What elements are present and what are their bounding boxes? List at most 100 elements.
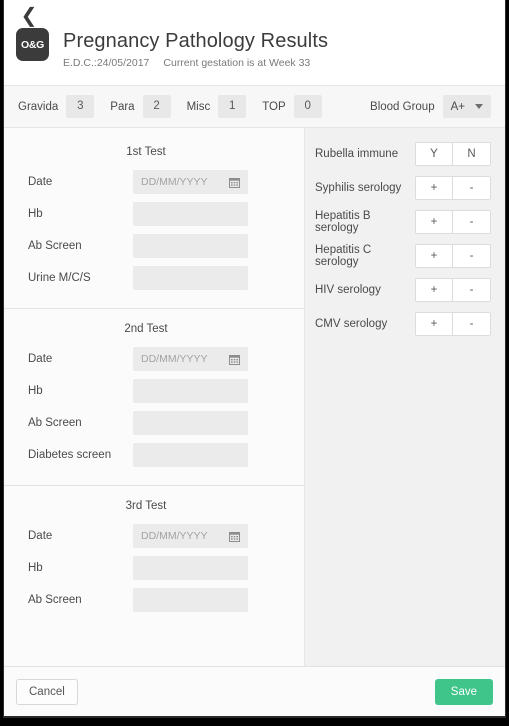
serology-toggle-group: + - <box>415 278 491 302</box>
calendar-icon[interactable] <box>229 354 240 365</box>
blood-group-select[interactable]: A+ <box>442 95 491 118</box>
stats-items: Gravida 3 Para 2 Misc 1 TOP 0 <box>18 95 338 118</box>
field-label: Date <box>28 530 53 542</box>
stat-group-misc: Misc 1 <box>187 95 247 118</box>
serology-positive-button[interactable]: Y <box>415 142 453 166</box>
stat-label: Para <box>110 100 135 113</box>
field-row: Date DD/MM/YYYY <box>4 170 304 194</box>
date-input[interactable]: DD/MM/YYYY <box>133 170 248 194</box>
field-value-text: DD/MM/YYYY <box>141 176 208 188</box>
blood-group-label: Blood Group <box>370 100 435 113</box>
header-main: O&G Pregnancy Pathology Results E.D.C.:2… <box>4 8 505 69</box>
serology-label: Hepatitis B serology <box>315 210 371 234</box>
field-label: Date <box>28 176 53 188</box>
serology-row: Hepatitis B serology + - <box>305 210 505 234</box>
field-label: Ab Screen <box>28 594 82 606</box>
page-header: ❮ O&G Pregnancy Pathology Results E.D.C.… <box>4 0 505 85</box>
test-section: 2nd Test Date DD/MM/YYYY Hb Ab Screen Diabete… <box>4 308 304 485</box>
date-input[interactable]: DD/MM/YYYY <box>133 524 248 548</box>
text-input[interactable] <box>133 202 248 226</box>
stat-value-input[interactable]: 0 <box>293 95 322 118</box>
field-row: Ab Screen <box>4 588 304 612</box>
field-label: Diabetes screen <box>28 449 112 461</box>
serology-toggle-group: + - <box>415 210 491 234</box>
test-section: 3rd Test Date DD/MM/YYYY Hb Ab Screen <box>4 485 304 630</box>
header-text-block: Pregnancy Pathology Results E.D.C.:24/05… <box>49 28 328 69</box>
field-label: Ab Screen <box>28 240 82 252</box>
stat-group-top: TOP 0 <box>262 95 322 118</box>
test-section: 1st Test Date DD/MM/YYYY Hb Ab Screen Urine M… <box>4 138 304 308</box>
serology-negative-button[interactable]: - <box>453 312 491 336</box>
serology-row: Syphilis serology + - <box>305 176 505 200</box>
stat-group-para: Para 2 <box>110 95 171 118</box>
text-input[interactable] <box>133 588 248 612</box>
text-input[interactable] <box>133 379 248 403</box>
field-row: Hb <box>4 379 304 403</box>
og-logo-badge: O&G <box>16 28 49 61</box>
app-window: ❮ O&G Pregnancy Pathology Results E.D.C.… <box>3 0 506 718</box>
test-section-title: 1st Test <box>126 146 166 158</box>
serology-toggle-group: + - <box>415 312 491 336</box>
field-label: Hb <box>28 208 43 220</box>
field-row: Hb <box>4 202 304 226</box>
field-value-text: DD/MM/YYYY <box>141 353 208 365</box>
stat-label: Misc <box>186 100 211 113</box>
text-input[interactable] <box>133 234 248 258</box>
gestation-text: Current gestation is at Week 33 <box>163 57 311 69</box>
serology-negative-button[interactable]: - <box>453 278 491 302</box>
serology-toggle-group: + - <box>415 176 491 200</box>
field-row: Urine M/C/S <box>4 266 304 290</box>
test-section-title: 2nd Test <box>124 323 168 335</box>
calendar-icon[interactable] <box>229 177 240 188</box>
stat-value-input[interactable]: 3 <box>66 95 95 118</box>
field-row: Date DD/MM/YYYY <box>4 524 304 548</box>
edc-text: E.D.C.:24/05/2017 <box>63 57 150 69</box>
field-row: Diabetes screen <box>4 443 304 467</box>
header-subline: E.D.C.:24/05/2017 Current gestation is a… <box>63 57 328 69</box>
serology-positive-button[interactable]: + <box>415 176 453 200</box>
obstetric-stats-bar: Gravida 3 Para 2 Misc 1 TOP 0 Blood Group A+ <box>4 85 505 128</box>
tests-panel: 1st Test Date DD/MM/YYYY Hb Ab Screen Urine M… <box>4 128 305 666</box>
serology-label: Syphilis serology <box>315 182 402 194</box>
serology-negative-button[interactable]: - <box>453 244 491 268</box>
serology-panel: Rubella immune Y N Syphilis serology + - Hepat… <box>305 128 505 666</box>
serology-negative-button[interactable]: - <box>453 210 491 234</box>
save-button[interactable]: Save <box>434 678 493 705</box>
cancel-button[interactable]: Cancel <box>16 678 78 705</box>
calendar-icon[interactable] <box>229 531 240 542</box>
text-input[interactable] <box>133 556 248 580</box>
serology-positive-button[interactable]: + <box>415 312 453 336</box>
form-body: 1st Test Date DD/MM/YYYY Hb Ab Screen Urine M… <box>4 128 505 666</box>
serology-row: HIV serology + - <box>305 278 505 302</box>
stat-value-input[interactable]: 1 <box>218 95 247 118</box>
back-chevron-icon[interactable]: ❮ <box>18 4 40 26</box>
serology-positive-button[interactable]: + <box>415 210 453 234</box>
stat-group-gravida: Gravida 3 <box>18 95 95 118</box>
text-input[interactable] <box>133 443 248 467</box>
serology-label: Hepatitis C serology <box>315 244 372 268</box>
field-row: Hb <box>4 556 304 580</box>
page-title: Pregnancy Pathology Results <box>63 30 329 52</box>
stat-value-input[interactable]: 2 <box>142 95 171 118</box>
serology-negative-button[interactable]: - <box>453 176 491 200</box>
field-value-text: DD/MM/YYYY <box>141 530 208 542</box>
serology-row: Rubella immune Y N <box>305 142 505 166</box>
blood-group-value: A+ <box>450 100 465 113</box>
text-input[interactable] <box>133 411 248 435</box>
date-input[interactable]: DD/MM/YYYY <box>133 347 248 371</box>
serology-negative-button[interactable]: N <box>453 142 491 166</box>
serology-label: Rubella immune <box>315 148 399 160</box>
field-row: Ab Screen <box>4 411 304 435</box>
serology-positive-button[interactable]: + <box>415 278 453 302</box>
serology-row: CMV serology + - <box>305 312 505 336</box>
serology-toggle-group: + - <box>415 244 491 268</box>
chevron-down-icon <box>475 104 483 109</box>
serology-positive-button[interactable]: + <box>415 244 453 268</box>
stat-label: TOP <box>262 100 286 113</box>
field-row: Date DD/MM/YYYY <box>4 347 304 371</box>
field-label: Date <box>28 353 53 365</box>
footer-bar: Cancel Save <box>4 666 505 716</box>
field-row: Ab Screen <box>4 234 304 258</box>
text-input[interactable] <box>133 266 248 290</box>
test-section-title: 3rd Test <box>125 500 167 512</box>
